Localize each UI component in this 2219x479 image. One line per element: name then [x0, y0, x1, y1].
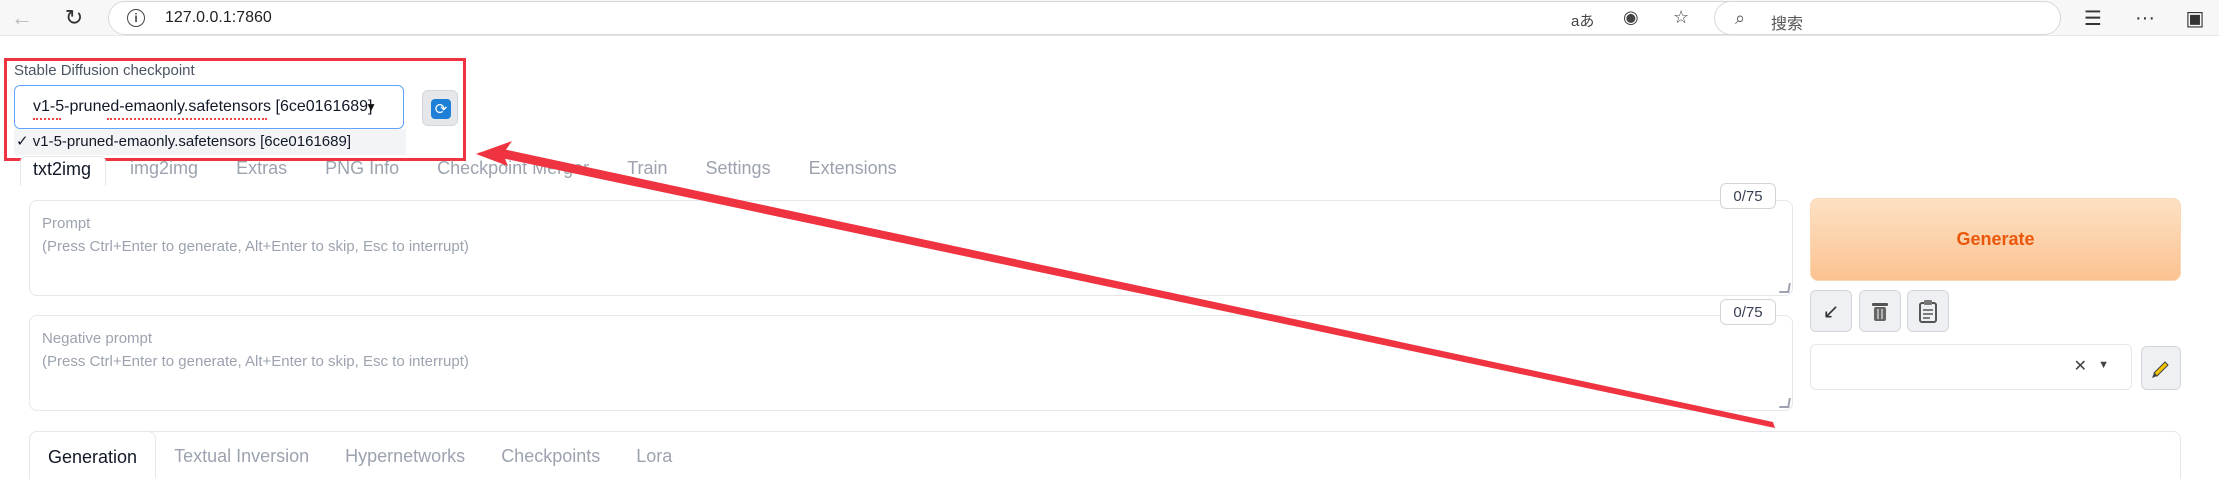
refresh-icon: ⟳ [431, 99, 451, 119]
prompt-placeholder: (Press Ctrl+Enter to generate, Alt+Enter… [42, 238, 469, 255]
refresh-checkpoints-button[interactable]: ⟳ [422, 90, 458, 126]
tab-png-info[interactable]: PNG Info [311, 156, 413, 186]
info-icon[interactable]: i [127, 9, 145, 27]
favorites-list-icon[interactable]: ☰ [2078, 4, 2108, 32]
checkpoint-option[interactable]: ✓ v1-5-pruned-emaonly.safetensors [6ce01… [14, 129, 406, 155]
chevron-down-icon[interactable]: ▼ [2098, 359, 2109, 371]
browser-toolbar: ← ↻ i 127.0.0.1:7860 aあ ◉ ☆ ⌕ 搜索 ☰ ··· ▣ [0, 0, 2219, 36]
tab-txt2img[interactable]: txt2img [20, 156, 107, 186]
arrow-down-left-icon: ↙ [1822, 300, 1840, 323]
pencil-icon [2152, 361, 2169, 378]
search-placeholder: 搜索 [1771, 16, 1804, 33]
apply-styles-button[interactable] [1907, 290, 1949, 332]
more-menu-icon[interactable]: ··· [2130, 4, 2160, 32]
tab-textual-inversion[interactable]: Textual Inversion [156, 434, 327, 478]
tab-generation[interactable]: Generation [29, 431, 157, 478]
clear-icon[interactable]: ✕ [2074, 356, 2087, 376]
page-root: ← ↻ i 127.0.0.1:7860 aあ ◉ ☆ ⌕ 搜索 ☰ ··· ▣… [0, 0, 2219, 479]
address-bar[interactable]: i 127.0.0.1:7860 aあ ◉ ☆ [108, 1, 1772, 35]
tab-settings[interactable]: Settings [692, 156, 785, 186]
tab-checkpoints[interactable]: Checkpoints [483, 434, 618, 478]
negative-prompt-textarea[interactable]: Negative prompt (Press Ctrl+Enter to gen… [29, 315, 1793, 411]
generate-button[interactable]: Generate [1810, 198, 2181, 281]
tab-hypernetworks[interactable]: Hypernetworks [327, 434, 483, 478]
edit-styles-button[interactable] [2141, 346, 2181, 390]
sidebar-toggle-icon[interactable]: ▣ [2180, 4, 2210, 32]
negative-prompt-label: Negative prompt [42, 330, 153, 347]
resize-handle-icon[interactable] [1779, 283, 1791, 293]
prompt-label: Prompt [42, 215, 91, 232]
negative-prompt-placeholder: (Press Ctrl+Enter to generate, Alt+Enter… [42, 353, 469, 370]
read-aloud-icon[interactable]: aあ [1571, 10, 1594, 31]
favorite-star-icon[interactable]: ☆ [1673, 7, 1689, 28]
reload-icon[interactable]: ↻ [60, 4, 88, 32]
search-icon: ⌕ [1735, 8, 1746, 28]
checkpoint-label: Stable Diffusion checkpoint [14, 62, 195, 79]
prompt-token-counter: 0/75 [1720, 183, 1776, 209]
back-icon[interactable]: ← [8, 4, 36, 32]
read-params-button[interactable]: ↙ [1810, 290, 1852, 332]
browser-search-box[interactable]: ⌕ 搜索 [1714, 1, 2061, 35]
negative-prompt-token-counter: 0/75 [1720, 299, 1776, 325]
resize-handle-icon[interactable] [1779, 398, 1791, 408]
clear-prompt-button[interactable] [1859, 290, 1901, 332]
tab-extras[interactable]: Extras [222, 156, 301, 186]
tab-checkpoint-merger[interactable]: Checkpoint Merger [423, 156, 603, 186]
tab-img2img[interactable]: img2img [116, 156, 212, 186]
extra-networks-tabs: Generation Textual Inversion Hypernetwor… [29, 431, 690, 478]
tab-lora[interactable]: Lora [618, 434, 690, 478]
clipboard-icon [1919, 300, 1937, 323]
spellcheck-underline [33, 117, 61, 120]
checkpoint-dropdown[interactable]: v1-5-pruned-emaonly.safetensors [6ce0161… [14, 85, 404, 129]
url-text: 127.0.0.1:7860 [165, 9, 272, 26]
extension-icon[interactable]: ◉ [1623, 7, 1639, 28]
spellcheck-underline [107, 117, 267, 120]
tab-extensions[interactable]: Extensions [795, 156, 911, 186]
styles-dropdown[interactable]: ✕ ▼ [1810, 344, 2132, 390]
checkpoint-selected-value: v1-5-pruned-emaonly.safetensors [6ce0161… [33, 98, 373, 115]
tab-train[interactable]: Train [613, 156, 681, 186]
prompt-textarea[interactable]: Prompt (Press Ctrl+Enter to generate, Al… [29, 200, 1793, 296]
trash-icon [1872, 303, 1888, 321]
main-tabs: txt2img img2img Extras PNG Info Checkpoi… [20, 156, 921, 186]
chevron-down-icon[interactable]: ▼ [365, 100, 377, 114]
